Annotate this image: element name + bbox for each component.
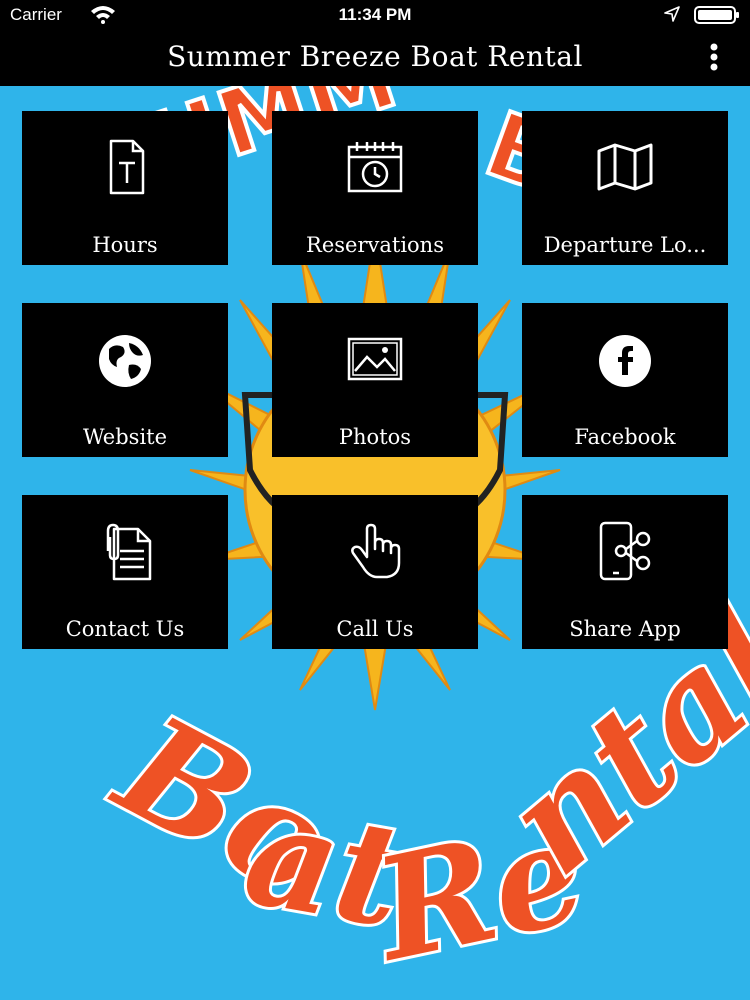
location-arrow-icon <box>664 6 680 22</box>
tile-label-photos: Photos <box>338 425 412 449</box>
tap-hand-icon <box>351 523 401 579</box>
text-document-icon <box>109 139 145 195</box>
tile-departure-location[interactable]: Departure Lo... <box>522 111 728 265</box>
tile-label-website: Website <box>82 425 168 449</box>
more-vertical-icon[interactable] <box>706 42 722 72</box>
tile-call-us[interactable]: Call Us <box>272 495 478 649</box>
tile-facebook[interactable]: Facebook <box>522 303 728 457</box>
calendar-clock-icon <box>347 142 403 193</box>
tile-label-share-app: Share App <box>569 617 681 641</box>
battery-icon <box>694 6 739 24</box>
tile-share-app[interactable]: Share App <box>522 495 728 649</box>
status-bar: Carrier 11:34 PM <box>0 0 750 30</box>
photo-icon <box>347 337 403 381</box>
tile-label-contact-us: Contact Us <box>65 617 185 641</box>
tile-reservations[interactable]: Reservations <box>272 111 478 265</box>
tile-contact-us[interactable]: Contact Us <box>22 495 228 649</box>
document-clip-icon <box>106 523 152 581</box>
app-title: Summer Breeze Boat Rental <box>167 40 583 73</box>
map-icon <box>597 143 653 191</box>
tile-label-departure-location: Departure Lo... <box>543 233 707 257</box>
tile-website[interactable]: Website <box>22 303 228 457</box>
share-phone-icon <box>599 521 651 581</box>
tile-photos[interactable]: Photos <box>272 303 478 457</box>
globe-icon <box>99 335 151 387</box>
tile-hours[interactable]: Hours <box>22 111 228 265</box>
tile-label-hours: Hours <box>92 233 158 257</box>
tile-label-call-us: Call Us <box>336 617 414 641</box>
app-header: Summer Breeze Boat Rental <box>0 30 750 86</box>
status-time: 11:34 PM <box>338 5 412 24</box>
tile-label-facebook: Facebook <box>574 425 676 449</box>
facebook-icon <box>599 335 651 387</box>
tile-label-reservations: Reservations <box>306 233 444 257</box>
